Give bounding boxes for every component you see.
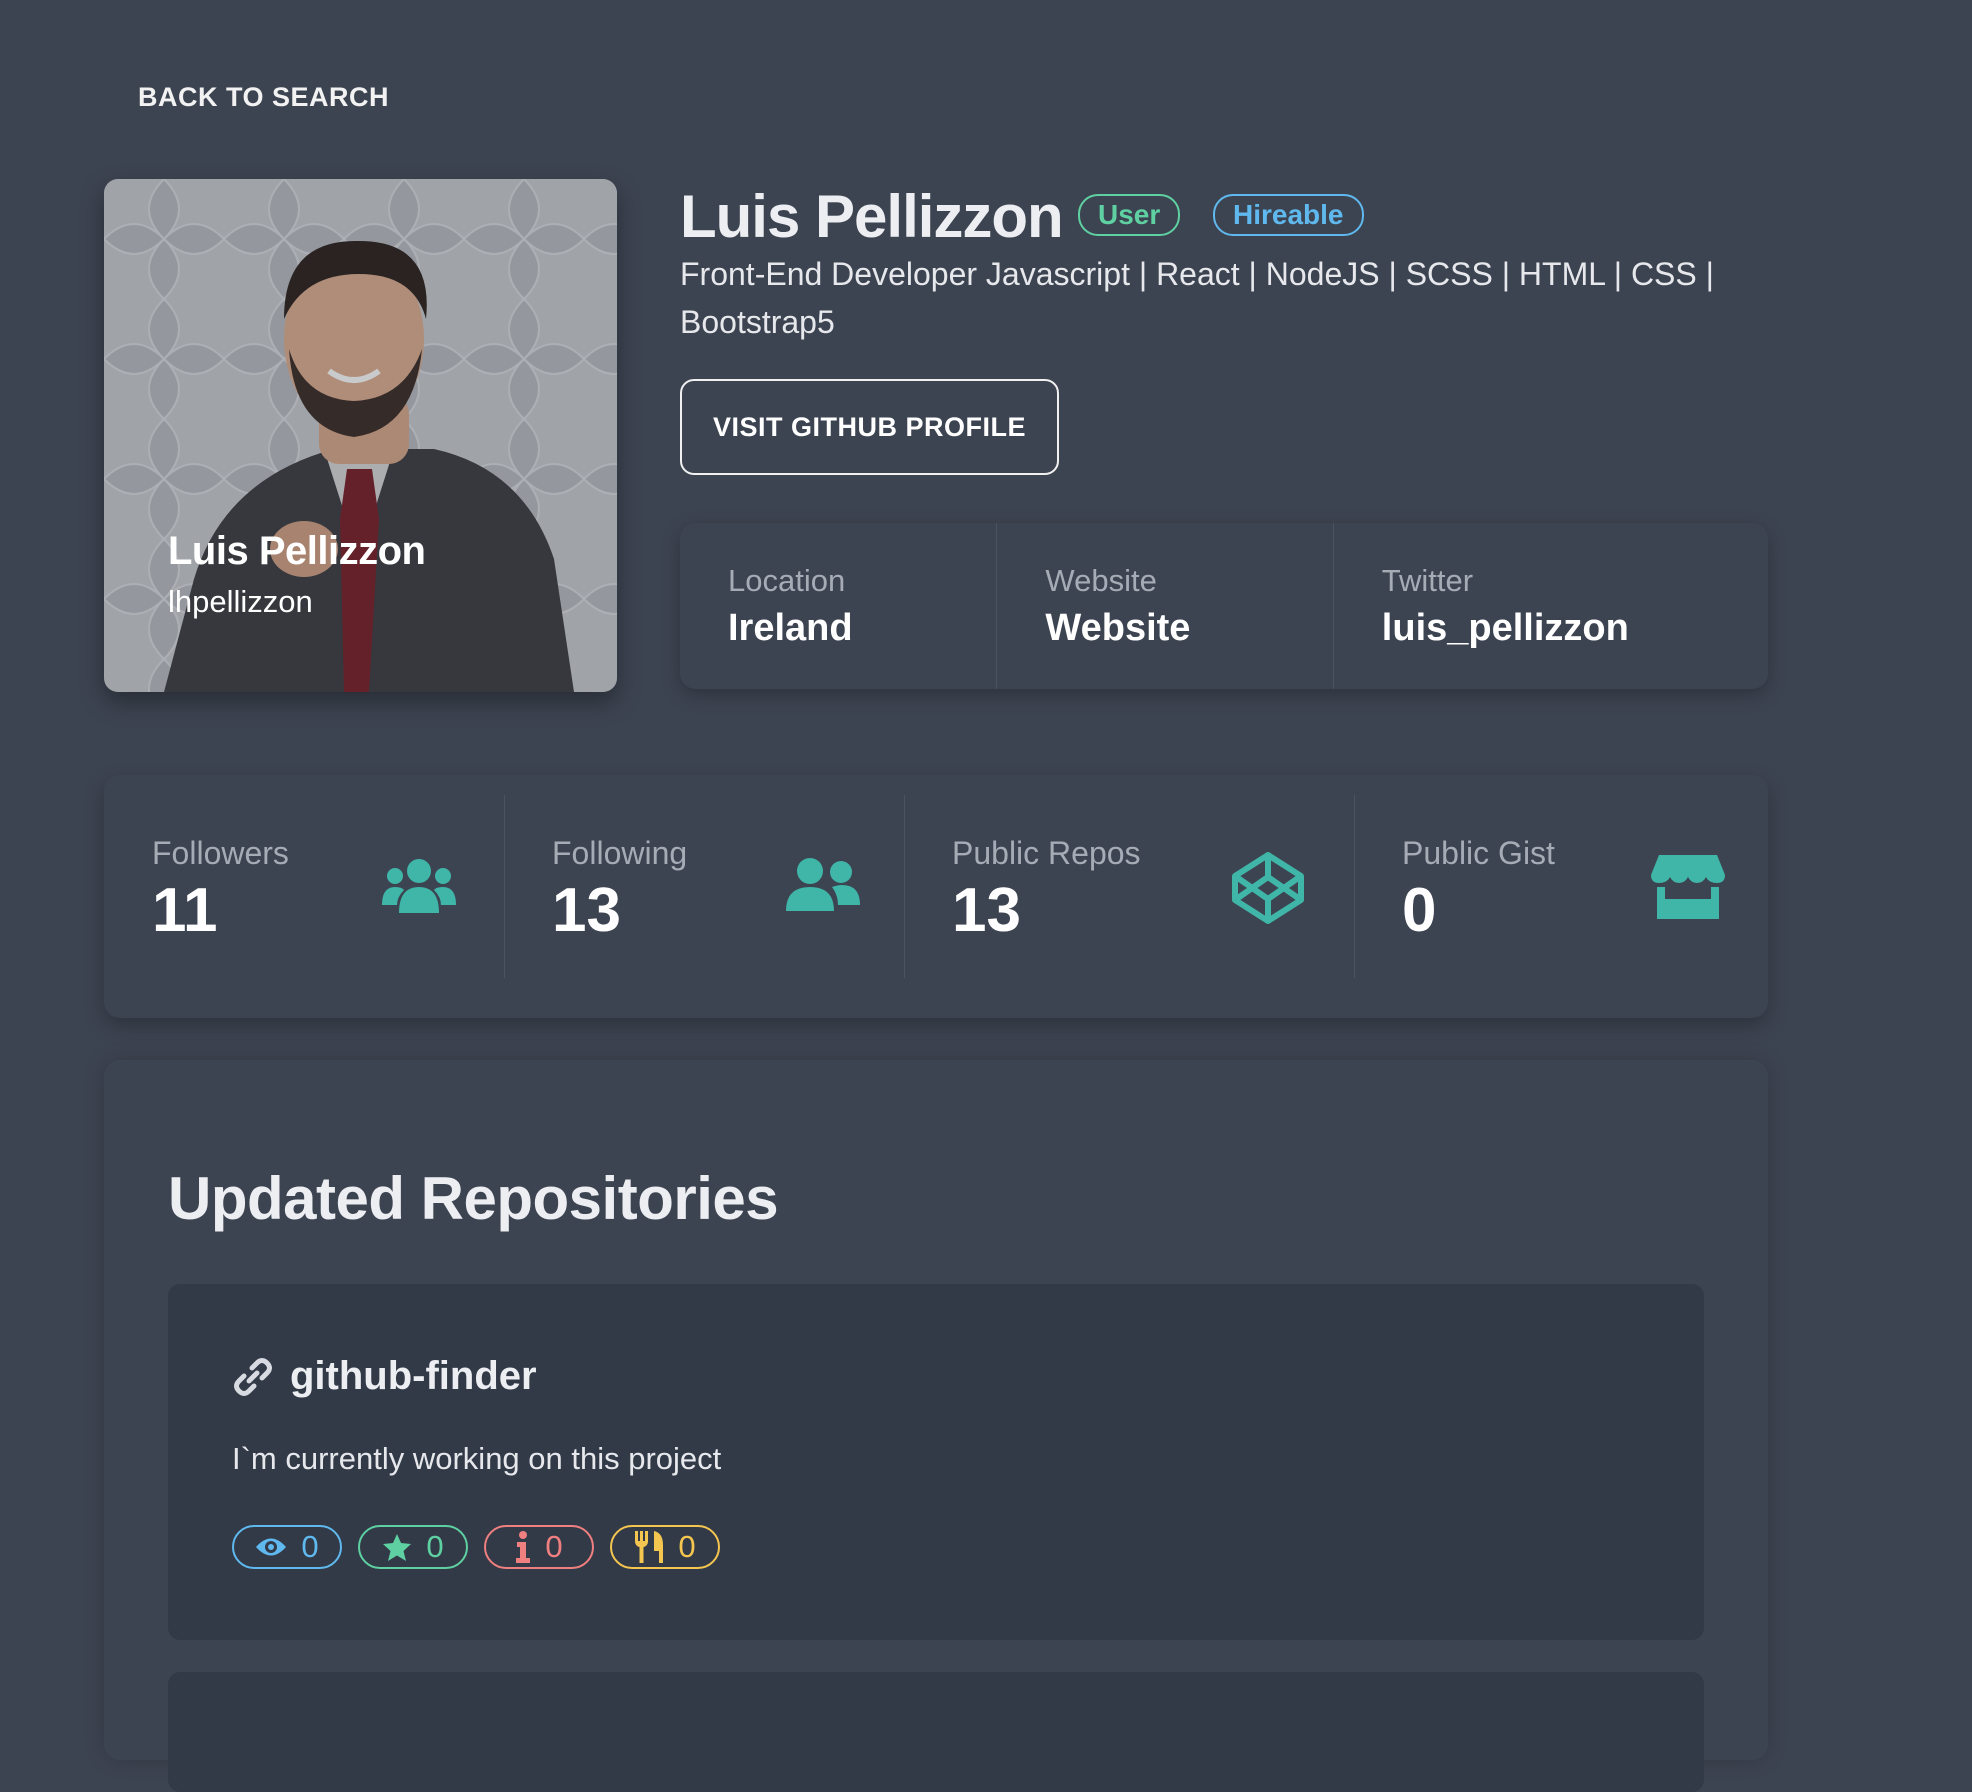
user-type-badge: User [1078,194,1181,236]
following-label: Following [552,835,688,871]
repo-card [168,1672,1704,1792]
twitter-label: Twitter [1381,563,1474,598]
store-icon [1651,855,1725,919]
repos-section: Updated Repositories github-finder I`m c… [104,1060,1768,1792]
repo-stats: 0 0 0 0 [232,1525,720,1569]
website-label: Website [1045,563,1157,598]
avatar-name: Luis Pellizzon [168,529,426,573]
repo-link[interactable]: github-finder [232,1354,537,1399]
website-link[interactable]: Website [1045,607,1190,650]
utensils-icon [635,1531,664,1563]
users-icon [382,859,456,913]
followers-stat: Followers 11 [104,775,504,1018]
profile-info-card: Location Ireland Website Website Twitter… [680,523,1768,689]
followers-label: Followers [152,835,289,871]
hireable-badge: Hireable [1213,194,1364,236]
avatar-login: lhpellizzon [168,584,313,619]
stars-badge: 0 [358,1525,468,1569]
info-icon [516,1531,531,1563]
forks-badge: 0 [610,1525,720,1569]
public-repos-label: Public Repos [952,835,1141,871]
public-gist-stat: Public Gist 0 [1354,775,1768,1018]
user-friends-icon [786,858,860,911]
public-repos-value: 13 [952,876,1021,945]
stars-count: 0 [426,1529,444,1564]
repo-name: github-finder [290,1354,537,1398]
repos-section-title: Updated Repositories [168,1165,779,1232]
eye-icon [256,1538,287,1556]
codepen-icon [1232,852,1304,924]
avatar-card: Luis Pellizzon lhpellizzon [104,179,617,692]
issues-count: 0 [545,1529,563,1564]
public-gist-value: 0 [1402,876,1437,945]
public-gist-label: Public Gist [1402,835,1555,871]
repo-card: github-finder I`m currently working on t… [168,1284,1704,1640]
public-repos-stat: Public Repos 13 [904,775,1354,1018]
profile-stats-card: Followers 11 Following 13 Public Repos 1… [104,775,1768,1018]
issues-badge: 0 [484,1525,594,1569]
visit-github-profile-button[interactable]: VISIT GITHUB PROFILE [680,379,1059,475]
location-label: Location [728,563,846,598]
twitter-link[interactable]: luis_pellizzon [1382,607,1629,650]
location-value: Ireland [728,607,853,649]
following-value: 13 [552,876,621,945]
following-stat: Following 13 [504,775,904,1018]
location-stat: Location Ireland [680,523,996,689]
forks-count: 0 [678,1529,696,1564]
page-title: Luis Pellizzon [680,183,1064,250]
link-icon [234,1357,272,1396]
profile-bio: Front-End Developer Javascript | React |… [680,256,1714,340]
watchers-count: 0 [301,1529,319,1564]
followers-value: 11 [152,876,218,945]
twitter-stat[interactable]: Twitter luis_pellizzon [1332,523,1768,689]
back-to-search-link[interactable]: BACK TO SEARCH [138,82,389,113]
watchers-badge: 0 [232,1525,342,1569]
website-stat[interactable]: Website Website [996,523,1332,689]
star-icon [383,1534,412,1561]
repo-description: I`m currently working on this project [232,1441,722,1476]
